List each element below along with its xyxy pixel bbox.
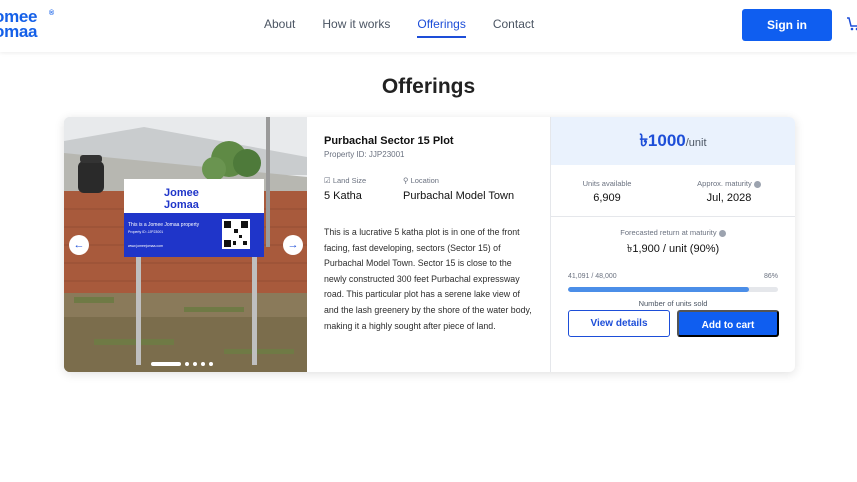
pricing-panel: ৳1000/unit Units available 6,909 Approx.… [550, 117, 795, 372]
location: ⚲ Location Purbachal Model Town [403, 176, 514, 202]
brand-logo-line2: omaa [0, 22, 38, 41]
sign-text: This is a Jomee Jomaa property [128, 222, 200, 228]
arrow-right-icon: → [287, 239, 299, 251]
nav-how-it-works[interactable]: How it works [322, 17, 390, 38]
brand-logo[interactable]: omee omaa ® [0, 8, 54, 41]
units-sold-percent: 86% [763, 273, 778, 280]
carousel-dot[interactable] [185, 362, 189, 366]
land-size-label: Land Size [332, 176, 367, 185]
nav-offerings[interactable]: Offerings [417, 17, 466, 38]
carousel-next-button[interactable]: → [283, 235, 303, 255]
property-photo-carousel[interactable]: Jomee Jomaa This is a Jomee Jomaa proper… [64, 117, 307, 372]
property-description: This is a lucrative 5 katha plot is in o… [324, 227, 532, 331]
land-size-value: 5 Katha [324, 190, 362, 202]
add-to-cart-button[interactable]: Add to cart [677, 310, 779, 337]
forecast-value: ৳1,900 / unit (90%) [626, 243, 720, 255]
sign-brand-line2: Jomaa [164, 199, 200, 211]
land-size-icon: ☑ [324, 176, 331, 185]
units-available: Units available 6,909 [579, 179, 635, 204]
info-icon[interactable] [718, 229, 726, 237]
nav-about[interactable]: About [264, 17, 295, 38]
property-info: Purbachal Sector 15 Plot Property ID: JJ… [307, 117, 550, 372]
arrow-left-icon: ← [73, 239, 85, 251]
land-size: ☑ Land Size 5 Katha [324, 176, 366, 202]
top-header: omee omaa ® About How it works Offerings… [0, 0, 857, 52]
sold-progress-labels: 41,091 / 48,000 86% [568, 273, 778, 285]
property-meta: ☑ Land Size 5 Katha ⚲ Location Purbachal… [324, 176, 534, 216]
maturity-label: Approx. maturity [697, 179, 752, 188]
property-id: Property ID: JJP23001 [324, 150, 405, 159]
unit-price: ৳1000 [639, 131, 686, 150]
view-details-button[interactable]: View details [568, 310, 670, 337]
main-nav: About How it works Offerings Contact [264, 17, 534, 38]
carousel-dot[interactable] [209, 362, 213, 366]
sign-brand-line1: Jomee [164, 187, 199, 199]
location-label: Location [410, 176, 439, 185]
offering-card: Jomee Jomaa This is a Jomee Jomaa proper… [64, 117, 795, 372]
card-actions: View details Add to cart [568, 310, 779, 337]
sign-web: www.jomeejomaa.com [128, 244, 163, 248]
sign-in-button[interactable]: Sign in [742, 9, 832, 41]
info-icon[interactable] [753, 180, 761, 188]
carousel-indicators [151, 362, 213, 366]
page-title: Offerings [381, 75, 476, 98]
units-available-value: 6,909 [593, 192, 621, 204]
units-available-label: Units available [582, 179, 632, 188]
property-photo: Jomee Jomaa This is a Jomee Jomaa proper… [64, 117, 307, 372]
units-sold-progress-fill [568, 287, 749, 292]
location-value: Purbachal Model Town [403, 190, 515, 202]
nav-contact[interactable]: Contact [493, 17, 534, 38]
units-sold-count: 41,091 / 48,000 [568, 273, 617, 280]
unit-suffix: /unit [685, 137, 707, 149]
carousel-dot[interactable] [193, 362, 197, 366]
carousel-prev-button[interactable]: ← [69, 235, 89, 255]
forecast: Forecasted return at maturity ৳1,900 / u… [551, 228, 795, 259]
carousel-dot[interactable] [151, 362, 181, 366]
forecast-label: Forecasted return at maturity [620, 228, 717, 237]
cart-icon[interactable] [846, 16, 857, 32]
price-box: ৳1000/unit [551, 117, 795, 165]
carousel-dot[interactable] [201, 362, 205, 366]
approx-maturity: Approx. maturity Jul, 2028 [687, 179, 771, 204]
sign-property: Property ID: JJP23001 [128, 230, 163, 234]
unit-stats: Units available 6,909 Approx. maturity J… [551, 165, 795, 217]
property-title: Purbachal Sector 15 Plot [324, 135, 454, 147]
units-sold-caption: Number of units sold [638, 299, 708, 308]
maturity-value: Jul, 2028 [706, 192, 752, 204]
registered-mark: ® [49, 10, 54, 17]
location-pin-icon: ⚲ [403, 176, 409, 185]
units-sold-progress-bar [568, 287, 778, 292]
